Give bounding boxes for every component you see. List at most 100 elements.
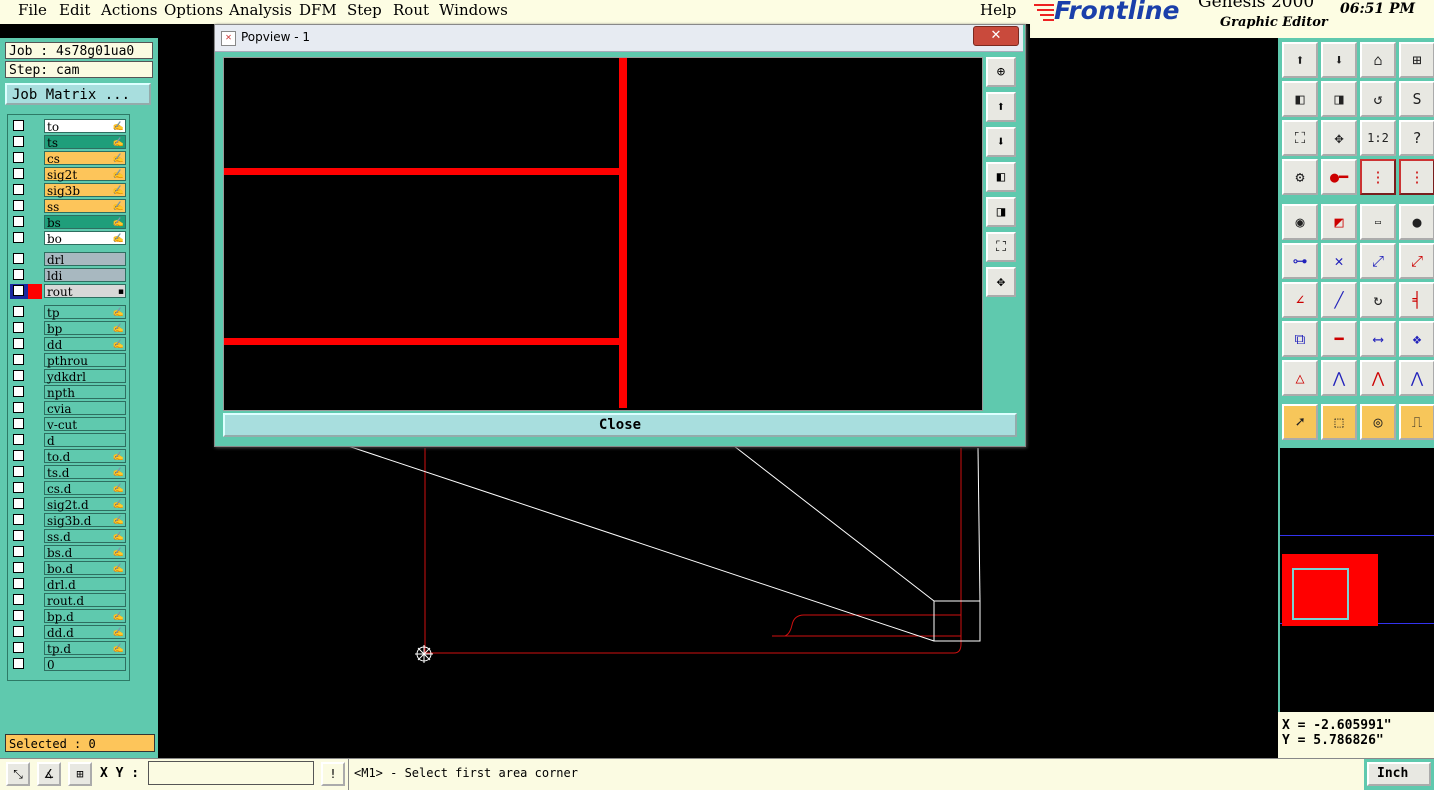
fit-screen-icon[interactable]: ⛶ (1282, 120, 1318, 156)
layer-checkbox[interactable] (13, 530, 24, 541)
layer-checkbox[interactable] (13, 306, 24, 317)
layer-checkbox[interactable] (13, 152, 24, 163)
popview-titlebar[interactable]: ✕ Popview - 1 ✕ (215, 25, 1023, 52)
layer-name[interactable]: bo.d ✍ (44, 561, 126, 576)
grid-view-icon[interactable]: ⊞ (1399, 42, 1434, 78)
align-icon[interactable]: ⟷ (1360, 321, 1396, 357)
layer-checkbox[interactable] (13, 418, 24, 429)
layer-checkbox[interactable] (13, 120, 24, 131)
layer-checkbox[interactable] (13, 642, 24, 653)
layer-row[interactable]: v-cut (10, 417, 127, 432)
layer-row[interactable]: dd ✍ (10, 337, 127, 352)
layer-checkbox[interactable] (13, 370, 24, 381)
layer-row[interactable]: sig3b.d ✍ (10, 513, 127, 528)
grid-snap-icon[interactable]: ⊞ (68, 762, 92, 786)
layer-checkbox[interactable] (13, 482, 24, 493)
popview-canvas[interactable] (223, 57, 983, 411)
layer-row[interactable]: rout.d (10, 593, 127, 608)
layer-name[interactable]: sig2t.d ✍ (44, 497, 126, 512)
layer-row[interactable]: ss.d ✍ (10, 529, 127, 544)
menu-step[interactable]: Step (347, 1, 382, 19)
layer-row[interactable]: ydkdrl (10, 369, 127, 384)
layer-row[interactable]: cs ✍ (10, 151, 127, 166)
route-red-2-icon[interactable]: ⋮ (1399, 159, 1434, 195)
layer-name[interactable]: npth (44, 385, 126, 400)
menu-windows[interactable]: Windows (439, 1, 508, 19)
layer-row[interactable]: npth (10, 385, 127, 400)
layer-row[interactable]: ts.d ✍ (10, 465, 127, 480)
layer-name[interactable]: bp.d ✍ (44, 609, 126, 624)
units-selector[interactable]: Inch (1367, 762, 1431, 786)
layer-checkbox[interactable] (13, 546, 24, 557)
layer-name[interactable]: rout ▪ (44, 284, 126, 299)
layer-checkbox[interactable] (13, 285, 24, 296)
zoom-down-icon[interactable]: ⬇ (1321, 42, 1357, 78)
layer-checkbox[interactable] (13, 578, 24, 589)
menu-dfm[interactable]: DFM (299, 1, 337, 19)
layer-row[interactable]: bp ✍ (10, 321, 127, 336)
overview-map[interactable] (1278, 448, 1434, 712)
layer-row[interactable]: rout ▪ (10, 284, 127, 299)
job-matrix-button[interactable]: Job Matrix ... (5, 83, 151, 105)
pointer-circle-icon[interactable]: ◎ (1360, 404, 1396, 440)
layer-row[interactable]: 0 (10, 657, 127, 672)
layer-checkbox[interactable] (13, 514, 24, 525)
angle-icon[interactable]: ∠ (1282, 282, 1318, 318)
layer-row[interactable]: tp ✍ (10, 305, 127, 320)
layer-row[interactable]: to.d ✍ (10, 449, 127, 464)
layer-row[interactable]: drl (10, 252, 127, 267)
layer-row[interactable]: sig2t.d ✍ (10, 497, 127, 512)
triangle-3-icon[interactable]: ⋀ (1360, 360, 1396, 396)
pan-left-icon[interactable]: ◧ (1282, 81, 1318, 117)
scale-1-2-icon[interactable]: 1:2 (1360, 120, 1396, 156)
layer-checkbox[interactable] (13, 216, 24, 227)
layer-checkbox[interactable] (13, 168, 24, 179)
layer-checkbox[interactable] (13, 200, 24, 211)
layer-name[interactable]: ydkdrl (44, 369, 126, 384)
layer-name[interactable]: drl (44, 252, 126, 267)
pattern-icon[interactable]: ❖ (1399, 321, 1434, 357)
layer-checkbox[interactable] (13, 626, 24, 637)
layer-row[interactable]: drl.d (10, 577, 127, 592)
area-select-icon[interactable]: ◩ (1321, 204, 1357, 240)
menu-help[interactable]: Help (980, 1, 1016, 19)
layer-checkbox[interactable] (13, 402, 24, 413)
slash-line-icon[interactable]: ╱ (1321, 282, 1357, 318)
layer-row[interactable]: bs ✍ (10, 215, 127, 230)
connect-nodes-icon[interactable]: ⊶ (1282, 243, 1318, 279)
menu-rout[interactable]: Rout (393, 1, 429, 19)
layer-checkbox[interactable] (13, 322, 24, 333)
layer-row[interactable]: cs.d ✍ (10, 481, 127, 496)
pan-left-icon[interactable]: ◧ (986, 162, 1016, 192)
window-close-icon[interactable]: ✕ (973, 26, 1019, 46)
layer-name[interactable]: sig3b ✍ (44, 183, 126, 198)
snap-icon[interactable]: ●━ (1321, 159, 1357, 195)
offset-icon[interactable]: ⧉ (1282, 321, 1318, 357)
menu-actions[interactable]: Actions (101, 1, 157, 19)
pointer-icon[interactable]: ➚ (1282, 404, 1318, 440)
layer-name[interactable]: ts ✍ (44, 135, 126, 150)
layer-checkbox[interactable] (13, 184, 24, 195)
layer-name[interactable]: to ✍ (44, 119, 126, 134)
layer-name[interactable]: 0 (44, 657, 126, 672)
layer-row[interactable]: bp.d ✍ (10, 609, 127, 624)
close-button[interactable]: Close (223, 413, 1017, 437)
pointer-path-icon[interactable]: ⎍ (1399, 404, 1434, 440)
layer-name[interactable]: d (44, 433, 126, 448)
layer-row[interactable]: dd.d ✍ (10, 625, 127, 640)
layer-name[interactable]: ldi (44, 268, 126, 283)
layer-name[interactable]: bo ✍ (44, 231, 126, 246)
layer-checkbox[interactable] (13, 658, 24, 669)
triangle-2-icon[interactable]: ⋀ (1321, 360, 1357, 396)
menu-file[interactable]: File (18, 1, 47, 19)
menu-edit[interactable]: Edit (59, 1, 90, 19)
layer-row[interactable]: ss ✍ (10, 199, 127, 214)
layer-checkbox[interactable] (13, 562, 24, 573)
layer-name[interactable]: dd ✍ (44, 337, 126, 352)
layer-checkbox[interactable] (13, 386, 24, 397)
help-icon[interactable]: ? (1399, 120, 1434, 156)
layer-checkbox[interactable] (13, 466, 24, 477)
select-feature-icon[interactable]: ◉ (1282, 204, 1318, 240)
move-point-icon[interactable]: ⤢ (1360, 243, 1396, 279)
layer-name[interactable]: ts.d ✍ (44, 465, 126, 480)
